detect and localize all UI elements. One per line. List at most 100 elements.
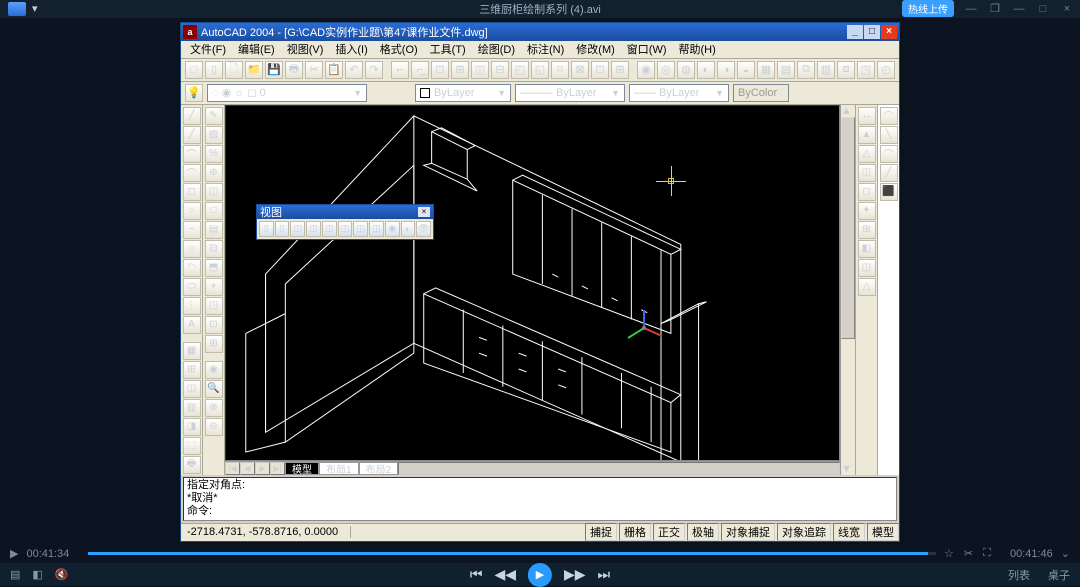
view-tool-button[interactable]: ◫ (369, 221, 384, 237)
right-tool-button[interactable]: ⊞ (858, 221, 876, 239)
layout-tab[interactable]: 布局1 (319, 462, 359, 475)
menu-item[interactable]: 修改(M) (571, 41, 620, 57)
toolbar-button[interactable]: ◒ (737, 61, 755, 79)
model-viewport[interactable]: 视图 × ▯▯◫◫◫◫◫◫◉◐👁 (225, 105, 840, 461)
toolbar-button[interactable]: □ (185, 61, 203, 79)
maximize-button[interactable]: □ (864, 25, 880, 39)
player-sys-icon[interactable]: ❐ (988, 2, 1002, 15)
draw-tool-button[interactable]: A (183, 316, 201, 334)
view-tool-button[interactable]: ◐ (401, 221, 416, 237)
toolbar-button[interactable]: ▯ (205, 61, 223, 79)
view-tool-button[interactable]: ◫ (306, 221, 321, 237)
modify-tool-button[interactable]: 🔍 (205, 380, 223, 398)
toolbar-button[interactable]: ⧈ (837, 61, 855, 79)
draw-tool-button[interactable]: ⬭ (183, 278, 201, 296)
toolbar-button[interactable]: 🗋 (225, 61, 243, 79)
prev-file-button[interactable]: ⏮ (470, 566, 483, 583)
menu-item[interactable]: 编辑(E) (233, 41, 280, 57)
upload-badge[interactable]: 热线上传 (902, 0, 954, 17)
status-toggle[interactable]: 捕捉 (585, 523, 617, 541)
menu-item[interactable]: 工具(T) (425, 41, 471, 57)
menu-item[interactable]: 插入(I) (330, 41, 372, 57)
rewind-button[interactable]: ◀◀ (494, 566, 516, 583)
linetype-combo[interactable]: ——— ByLayer▼ (515, 84, 625, 102)
modify-tool-button[interactable]: ◫ (205, 183, 223, 201)
layout-tab[interactable]: 布局2 (359, 462, 399, 475)
sidebar-icon[interactable]: ◧ (32, 568, 42, 581)
toolbar-button[interactable]: 🖶 (285, 61, 303, 79)
draw-tool-button[interactable]: ○ (183, 240, 201, 258)
minimize-button[interactable]: _ (847, 25, 863, 39)
toolbar-button[interactable]: ⧉ (797, 61, 815, 79)
color-combo[interactable]: ByLayer▼ (415, 84, 511, 102)
toolbar-button[interactable]: ⊞ (451, 61, 469, 79)
right-tool-button[interactable]: △ (858, 278, 876, 296)
view-tool-button[interactable]: ▯ (275, 221, 290, 237)
toolbar-button[interactable]: ⌐ (391, 61, 409, 79)
player-min-icon[interactable]: — (1012, 3, 1026, 15)
toolbar-button[interactable]: ◳ (857, 61, 875, 79)
modify-tool-button[interactable]: ⊡ (205, 316, 223, 334)
status-toggle[interactable]: 模型 (867, 523, 899, 541)
right-tool-button[interactable]: ╱ (880, 164, 898, 182)
toolbar-button[interactable]: ▦ (757, 61, 775, 79)
menu-item[interactable]: 文件(F) (185, 41, 231, 57)
view-tool-button[interactable]: ◫ (353, 221, 368, 237)
view-tool-button[interactable]: ◫ (322, 221, 337, 237)
toolbar-button[interactable]: ◎ (657, 61, 675, 79)
forward-button[interactable]: ▶▶ (564, 566, 586, 583)
player-sys-icon[interactable]: — (964, 3, 978, 15)
menu-item[interactable]: 窗口(W) (622, 41, 672, 57)
menu-item[interactable]: 帮助(H) (674, 41, 721, 57)
toolbar-button[interactable]: ⌑ (551, 61, 569, 79)
right-tool-button[interactable]: ◫ (858, 164, 876, 182)
open-file-icon[interactable]: ▤ (10, 568, 20, 581)
modify-tool-button[interactable]: ⊕ (205, 164, 223, 182)
tab-nav-button[interactable]: ◀ (240, 462, 255, 475)
draw-tool-button[interactable]: ◠ (183, 259, 201, 277)
right-tool-button[interactable]: ⌒ (880, 145, 898, 163)
modify-tool-button[interactable]: □ (205, 202, 223, 220)
toolbar-button[interactable]: ↶ (345, 61, 363, 79)
right-tool-button[interactable]: △ (858, 145, 876, 163)
tab-nav-button[interactable]: ▶ (255, 462, 270, 475)
draw-tool-button[interactable]: ⌒ (183, 145, 201, 163)
layout-tab[interactable]: 模型 (285, 462, 319, 475)
toolbar-button[interactable]: ⊡ (591, 61, 609, 79)
toolbar-button[interactable]: ◐ (697, 61, 715, 79)
draw-tool-button[interactable]: ╱ (183, 107, 201, 125)
modify-tool-button[interactable]: ▨ (205, 126, 223, 144)
next-file-button[interactable]: ⏭ (598, 566, 611, 583)
view-tool-button[interactable]: ◫ (290, 221, 305, 237)
mute-icon[interactable]: 🔇 (55, 568, 69, 581)
status-toggle[interactable]: 对象追踪 (777, 523, 831, 541)
tab-nav-button[interactable]: |◀ (225, 462, 240, 475)
modify-tool-button[interactable]: ⊖ (205, 418, 223, 436)
toolbar-button[interactable]: ⊠ (571, 61, 589, 79)
modify-tool-button[interactable]: ✎ (205, 107, 223, 125)
draw-tool-button[interactable]: ⋮ (183, 297, 201, 315)
draw-tool-button[interactable]: ○ (183, 202, 201, 220)
play-button[interactable]: ▶ (528, 563, 552, 587)
status-toggle[interactable]: 栅格 (619, 523, 651, 541)
modify-tool-button[interactable]: ⬒ (205, 259, 223, 277)
draw-tool-button[interactable]: ▦ (183, 342, 201, 360)
player-max-icon[interactable]: □ (1036, 3, 1050, 15)
floating-toolbar-title[interactable]: 视图 × (257, 205, 433, 219)
view-tool-button[interactable]: 👁 (416, 221, 431, 237)
view-tool-button[interactable]: ▯ (259, 221, 274, 237)
toolbar-button[interactable]: ⊟ (491, 61, 509, 79)
right-tool-button[interactable]: ✦ (858, 202, 876, 220)
right-tool-button[interactable]: ⌒ (880, 107, 898, 125)
draw-tool-button[interactable]: ◫ (183, 380, 201, 398)
draw-tool-button[interactable]: ◨ (183, 418, 201, 436)
view-floating-toolbar[interactable]: 视图 × ▯▯◫◫◫◫◫◫◉◐👁 (256, 204, 434, 240)
draw-tool-button[interactable]: ⬚ (183, 437, 201, 455)
toolbar-button[interactable]: ▥ (817, 61, 835, 79)
modify-tool-button[interactable]: % (205, 145, 223, 163)
status-toggle[interactable]: 对象捕捉 (721, 523, 775, 541)
modify-tool-button[interactable]: ⊟ (205, 240, 223, 258)
player-close-icon[interactable]: × (1060, 3, 1074, 15)
right-tool-button[interactable]: ↔ (858, 107, 876, 125)
modify-tool-button[interactable]: ⊕ (205, 399, 223, 417)
